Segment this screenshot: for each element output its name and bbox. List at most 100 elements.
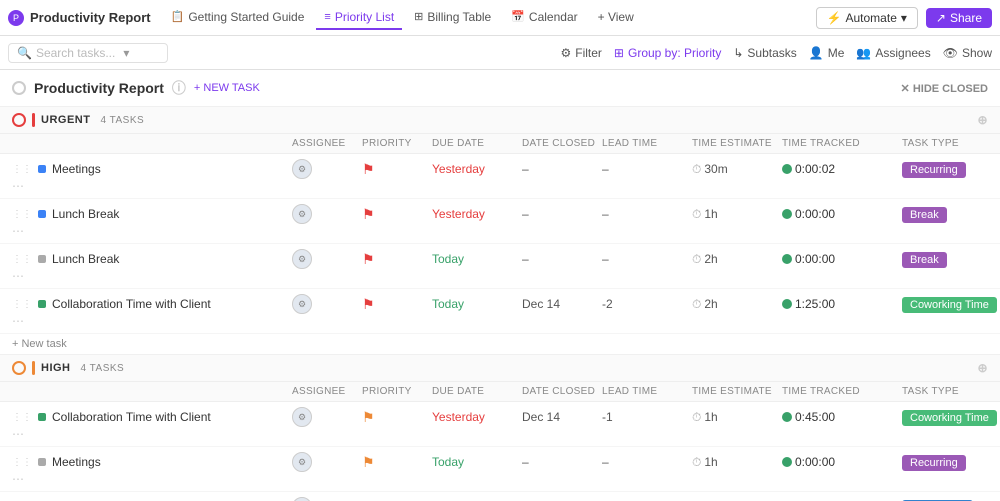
priority-header-high: HIGH4 TASKS⊕ [0,355,1000,382]
me-icon: 👤 [809,46,824,60]
hide-closed-button[interactable]: ✕ HIDE CLOSED [901,82,988,95]
drag-handle-icon[interactable]: ⋮⋮ [12,254,32,265]
show-button[interactable]: 👁 Show [943,46,992,60]
row-settings-icon[interactable]: ⋯ [12,314,292,328]
task-name[interactable]: Collaboration Time with Client [52,297,211,311]
time-tracked-dot [782,164,792,174]
task-row: ⋮⋮ Collaboration Time with Client ⚙ ⚑Yester… [0,402,1000,447]
priority-cell[interactable]: ⚑ [362,161,432,178]
priority-cell[interactable]: ⚑ [362,206,432,223]
urgent-task-count: 4 TASKS [100,115,144,126]
task-type-badge: Recurring [902,162,966,178]
row-settings-icon[interactable]: ⋯ [12,179,292,193]
assignees-button[interactable]: 👥 Assignees [856,46,930,60]
task-type-cell: Recurring [902,455,1000,469]
tab-calendar[interactable]: 📅 Calendar [503,6,585,30]
due-date-cell[interactable]: Today [432,252,522,266]
priority-cell[interactable]: ⚑ [362,296,432,313]
drag-handle-icon[interactable]: ⋮⋮ [12,209,32,220]
new-task-button[interactable]: + NEW TASK [194,82,260,94]
task-row: ⋮⋮Data Analysis⚙⚑Today––⏱2h0:00:00Deep W… [0,492,1000,501]
row-settings-icon[interactable]: ⋯ [12,269,292,283]
drag-handle-icon[interactable]: ⋮⋮ [12,299,32,310]
time-tracked-cell: 1:25:00 [782,297,902,311]
task-type-cell: Coworking Time [902,410,1000,424]
row-settings-icon[interactable]: ⋯ [12,472,292,486]
assignee-cell: ⚙ [292,497,362,501]
automate-button[interactable]: ⚡ Automate ▾ [816,7,918,29]
app-title: Productivity Report [30,10,151,25]
avatar[interactable]: ⚙ [292,497,312,501]
urgent-group-name: URGENT [41,114,90,126]
column-headers: ASSIGNEEPRIORITYDUE DATEDATE CLOSEDLEAD … [0,382,1000,402]
time-estimate-cell: ⏱1h [692,455,782,470]
new-task-row[interactable]: + New task [0,334,1000,355]
urgent-separator [32,113,35,127]
task-type-cell: Coworking Time [902,297,1000,311]
due-date-cell[interactable]: Yesterday [432,410,522,424]
drag-handle-icon[interactable]: ⋮⋮ [12,412,32,423]
clock-icon: ⏱ [692,252,701,267]
avatar[interactable]: ⚙ [292,452,312,472]
date-closed-cell: Dec 14 [522,297,602,311]
row-settings-icon[interactable]: ⋯ [12,224,292,238]
lead-time-cell: – [602,455,692,469]
tab-getting-started[interactable]: 📋 Getting Started Guide [163,6,313,30]
task-type-badge: Break [902,252,947,268]
tab-billing-table[interactable]: ⊞ Billing Table [406,6,499,30]
avatar[interactable]: ⚙ [292,249,312,269]
due-date-cell[interactable]: Yesterday [432,162,522,176]
avatar[interactable]: ⚙ [292,204,312,224]
priority-cell[interactable]: ⚑ [362,454,432,471]
assignee-cell: ⚙ [292,249,362,269]
app-logo: P [8,10,24,26]
priority-flag-icon: ⚑ [362,161,375,177]
clock-icon: ⏱ [692,410,701,425]
due-date-cell[interactable]: Yesterday [432,207,522,221]
task-row: ⋮⋮Meetings⚙⚑Yesterday––⏱30m0:00:02Recurr… [0,154,1000,199]
avatar[interactable]: ⚙ [292,159,312,179]
search-box[interactable]: 🔍 Search tasks... ▾ [8,43,168,63]
tab-priority-list[interactable]: ≡ Priority List [316,6,402,30]
priority-cell[interactable]: ⚑ [362,409,432,426]
lead-time-cell: -1 [602,410,692,424]
task-name[interactable]: Collaboration Time with Client [52,410,211,424]
share-button[interactable]: ↗ Share [926,8,992,28]
due-date-cell[interactable]: Today [432,455,522,469]
priority-cell[interactable]: ⚑ [362,251,432,268]
task-name[interactable]: Meetings [52,455,101,469]
group-by-button[interactable]: ⊞ Group by: Priority [614,46,721,60]
subtasks-button[interactable]: ↳ Subtasks [733,46,796,60]
avatar[interactable]: ⚙ [292,294,312,314]
urgent-settings-icon[interactable]: ⊕ [977,113,988,127]
high-circle-icon [12,361,26,375]
time-tracked-dot [782,412,792,422]
assignee-cell: ⚙ [292,159,362,179]
me-button[interactable]: 👤 Me [809,46,845,60]
time-tracked-dot [782,299,792,309]
filter-button[interactable]: ⚙ Filter [560,46,601,60]
priority-flag-icon: ⚑ [362,206,375,222]
priority-flag-icon: ⚑ [362,296,375,312]
drag-handle-icon[interactable]: ⋮⋮ [12,457,32,468]
time-estimate-cell: ⏱2h [692,252,782,267]
report-header: Productivity Report ⓘ + NEW TASK ✕ HIDE … [0,70,1000,107]
drag-handle-icon[interactable]: ⋮⋮ [12,164,32,175]
lead-time-cell: -2 [602,297,692,311]
avatar[interactable]: ⚙ [292,407,312,427]
tab-add-view[interactable]: + View [590,6,642,30]
high-settings-icon[interactable]: ⊕ [977,361,988,375]
clock-icon: ⏱ [692,297,701,312]
due-date-cell[interactable]: Today [432,297,522,311]
task-name[interactable]: Meetings [52,162,101,176]
task-name[interactable]: Lunch Break [52,207,119,221]
priority-flag-icon: ⚑ [362,251,375,267]
subtasks-icon: ↳ [733,46,743,60]
column-headers: ASSIGNEEPRIORITYDUE DATEDATE CLOSEDLEAD … [0,134,1000,154]
task-name[interactable]: Lunch Break [52,252,119,266]
date-closed-cell: – [522,207,602,221]
time-tracked-dot [782,457,792,467]
high-task-count: 4 TASKS [81,363,125,374]
priority-list-icon: ≡ [324,11,330,23]
row-settings-icon[interactable]: ⋯ [12,427,292,441]
